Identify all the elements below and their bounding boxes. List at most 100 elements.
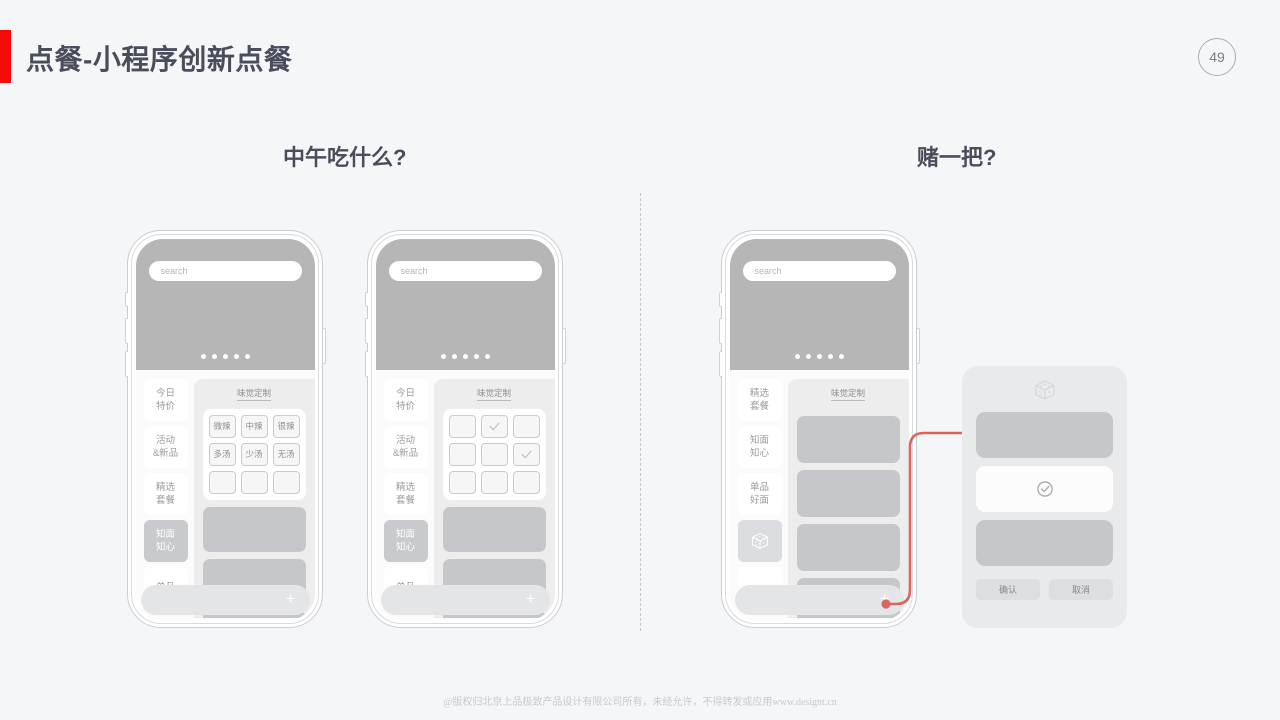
- carousel-dot[interactable]: [816, 353, 822, 359]
- carousel-dot[interactable]: [484, 353, 490, 359]
- carousel-dot[interactable]: [233, 353, 239, 359]
- phone-silent-switch[interactable]: [364, 292, 368, 307]
- sidebar-item-single-noodle[interactable]: 单品 好面: [737, 472, 782, 515]
- taste-chip[interactable]: 微辣: [208, 414, 236, 438]
- taste-chip[interactable]: [208, 470, 236, 494]
- search-input[interactable]: search: [388, 260, 542, 281]
- connector-start-dot: [881, 599, 891, 609]
- menu-body: 今日 特价 活动 &新品 精选 套餐 知面 知心: [375, 369, 555, 618]
- category-label-line1: 精选: [155, 481, 175, 493]
- hero-banner: search: [135, 238, 315, 370]
- taste-chip[interactable]: 很辣: [272, 414, 300, 438]
- carousel-dot[interactable]: [222, 353, 228, 359]
- category-label-line1: 活动: [155, 434, 175, 446]
- sidebar-item-set-meal[interactable]: 精选 套餐: [383, 472, 428, 515]
- carousel-dot[interactable]: [805, 353, 811, 359]
- phone-volume-up-button[interactable]: [718, 318, 722, 344]
- taste-chip-checked[interactable]: [512, 442, 540, 466]
- category-label-line2: 知心: [395, 541, 415, 553]
- add-order-icon[interactable]: +: [286, 590, 296, 607]
- carousel-dot[interactable]: [838, 353, 844, 359]
- add-order-icon[interactable]: +: [526, 590, 536, 607]
- category-label-line1: 活动: [395, 434, 415, 446]
- taste-chip[interactable]: 多汤: [208, 442, 236, 466]
- category-label-line2: 好面: [749, 494, 769, 506]
- menu-content-panel: 味觉定制: [433, 378, 555, 618]
- carousel-dots[interactable]: [136, 353, 315, 359]
- phone-mockup-1: search 今日 特价 活动 &新品 精选 套餐 知面 知心 味觉定制 微辣 …: [124, 230, 326, 628]
- dialog-option-card[interactable]: [976, 520, 1113, 566]
- category-label-line1: 知面: [749, 434, 769, 446]
- carousel-dot[interactable]: [200, 353, 206, 359]
- phone-volume-down-button[interactable]: [124, 351, 128, 377]
- category-label-line1: 单品: [749, 481, 769, 493]
- sidebar-item-today-special[interactable]: 今日 特价: [383, 378, 428, 421]
- carousel-dot[interactable]: [794, 353, 800, 359]
- section-heading-right: 赌一把?: [917, 145, 997, 170]
- sidebar-item-know-noodle[interactable]: 知面 知心: [383, 519, 428, 562]
- phone-silent-switch[interactable]: [124, 292, 128, 307]
- hero-banner: search: [729, 238, 909, 370]
- carousel-dot[interactable]: [462, 353, 468, 359]
- search-placeholder: search: [400, 265, 428, 276]
- phone-volume-down-button[interactable]: [718, 351, 722, 377]
- hero-banner: search: [375, 238, 555, 370]
- taste-chip[interactable]: 无汤: [272, 442, 300, 466]
- taste-chip[interactable]: 中辣: [240, 414, 268, 438]
- chip-row: [448, 470, 540, 494]
- taste-chip[interactable]: [240, 470, 268, 494]
- confirm-button[interactable]: 确认: [976, 579, 1040, 600]
- carousel-dot[interactable]: [211, 353, 217, 359]
- search-input[interactable]: search: [742, 260, 896, 281]
- category-label-line1: 今日: [395, 387, 415, 399]
- taste-chip[interactable]: [448, 470, 476, 494]
- dialog-option-card-selected[interactable]: [976, 466, 1113, 512]
- phone-volume-up-button[interactable]: [364, 318, 368, 344]
- taste-chip[interactable]: [448, 442, 476, 466]
- menu-item-card[interactable]: [202, 506, 306, 552]
- carousel-dot[interactable]: [244, 353, 250, 359]
- cancel-button[interactable]: 取消: [1049, 579, 1113, 600]
- carousel-dot[interactable]: [440, 353, 446, 359]
- dialog-option-card[interactable]: [976, 412, 1113, 458]
- bottom-tabbar[interactable]: +: [140, 584, 310, 615]
- carousel-dots[interactable]: [376, 353, 555, 359]
- section-divider: [640, 193, 641, 631]
- phone-volume-down-button[interactable]: [364, 351, 368, 377]
- sidebar-item-random-dice[interactable]: [737, 519, 782, 562]
- sidebar-item-set-meal[interactable]: 精选 套餐: [143, 472, 188, 515]
- phone-volume-up-button[interactable]: [124, 318, 128, 344]
- phone-silent-switch[interactable]: [718, 292, 722, 307]
- carousel-dot[interactable]: [473, 353, 479, 359]
- phone-power-button[interactable]: [562, 328, 566, 364]
- phone-power-button[interactable]: [322, 328, 326, 364]
- copyright-footer: @版权归北京上品极致产品设计有限公司所有，未经允许，不得转发或应用www.des…: [443, 697, 837, 708]
- phone-power-button[interactable]: [916, 328, 920, 364]
- menu-body: 今日 特价 活动 &新品 精选 套餐 知面 知心: [135, 369, 315, 618]
- menu-item-card[interactable]: [442, 506, 546, 552]
- bottom-tabbar[interactable]: +: [380, 584, 550, 615]
- taste-chip[interactable]: [480, 442, 508, 466]
- sidebar-item-today-special[interactable]: 今日 特价: [143, 378, 188, 421]
- sidebar-item-set-meal[interactable]: 精选 套餐: [737, 378, 782, 421]
- taste-chip[interactable]: [512, 414, 540, 438]
- taste-chip-checked[interactable]: [480, 414, 508, 438]
- sidebar-item-promo-new[interactable]: 活动 &新品: [143, 425, 188, 468]
- page-number-badge: 49: [1198, 38, 1236, 76]
- category-label-line1: 知面: [395, 528, 415, 540]
- carousel-dots[interactable]: [730, 353, 909, 359]
- taste-chip[interactable]: [512, 470, 540, 494]
- sidebar-item-know-noodle[interactable]: 知面 知心: [143, 519, 188, 562]
- taste-customization-panel: 微辣 中辣 很辣 多汤 少汤 无汤: [202, 408, 306, 500]
- chip-row: [448, 442, 540, 466]
- taste-chip[interactable]: [448, 414, 476, 438]
- carousel-dot[interactable]: [827, 353, 833, 359]
- carousel-dot[interactable]: [451, 353, 457, 359]
- phone-screen: search 今日 特价 活动: [135, 238, 315, 620]
- taste-chip[interactable]: 少汤: [240, 442, 268, 466]
- taste-chip[interactable]: [480, 470, 508, 494]
- sidebar-item-promo-new[interactable]: 活动 &新品: [383, 425, 428, 468]
- search-input[interactable]: search: [148, 260, 302, 281]
- sidebar-item-know-noodle[interactable]: 知面 知心: [737, 425, 782, 468]
- taste-chip[interactable]: [272, 470, 300, 494]
